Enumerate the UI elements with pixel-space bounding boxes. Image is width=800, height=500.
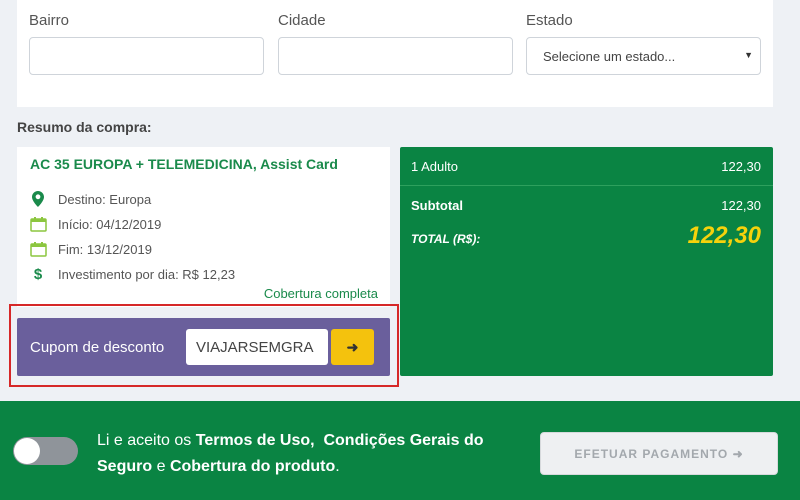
- destination-text: Destino: Europa: [58, 191, 152, 207]
- city-input[interactable]: [278, 37, 513, 75]
- make-payment-button[interactable]: EFETUAR PAGAMENTO ➜: [540, 432, 778, 475]
- full-coverage-link[interactable]: Cobertura completa: [264, 286, 378, 301]
- map-pin-icon: [29, 191, 47, 207]
- adult-row: 1 Adulto 122,30: [411, 159, 761, 174]
- product-summary-card: AC 35 EUROPA + TELEMEDICINA, Assist Card…: [17, 147, 390, 307]
- subtotal-row: Subtotal 122,30: [411, 198, 761, 213]
- state-select-value: Selecione um estado...: [543, 49, 676, 64]
- subtotal-label: Subtotal: [411, 198, 463, 213]
- arrow-right-icon: ➜: [346, 338, 359, 355]
- state-select[interactable]: Selecione um estado... ▼: [526, 37, 761, 75]
- terms-of-use-link[interactable]: Termos de Uso,: [196, 432, 315, 449]
- toggle-knob: [14, 438, 40, 464]
- calendar-icon: [29, 241, 47, 257]
- start-date-row: Início: 04/12/2019: [29, 214, 161, 234]
- end-date-row: Fim: 13/12/2019: [29, 239, 152, 259]
- product-name: AC 35 EUROPA + TELEMEDICINA, Assist Card: [30, 156, 338, 172]
- caret-down-icon: ▼: [744, 50, 753, 60]
- neighborhood-input[interactable]: [29, 37, 264, 75]
- daily-cost-row: $ Investimento por dia: R$ 12,23: [29, 264, 235, 284]
- dollar-icon: $: [33, 265, 43, 283]
- apply-coupon-button[interactable]: ➜: [331, 329, 374, 365]
- coupon-section: Cupom de desconto VIAJARSEMGRA ➜: [17, 318, 390, 376]
- checkout-footer: Li e aceito os Termos de Uso, Condições …: [0, 401, 800, 500]
- state-label: Estado: [526, 12, 573, 29]
- terms-toggle[interactable]: [13, 437, 78, 465]
- adult-label: 1 Adulto: [411, 159, 458, 174]
- neighborhood-label: Bairro: [29, 12, 70, 29]
- total-value: 122,30: [687, 222, 761, 249]
- end-date-text: Fim: 13/12/2019: [58, 241, 152, 257]
- product-coverage-link[interactable]: Cobertura do produto: [170, 458, 335, 475]
- summary-title: Resumo da compra:: [17, 119, 152, 135]
- destination-row: Destino: Europa: [29, 189, 151, 209]
- subtotal-value: 122,30: [721, 198, 761, 213]
- coupon-input[interactable]: VIAJARSEMGRA: [186, 329, 328, 365]
- totals-divider: [400, 185, 773, 186]
- terms-prefix: Li e aceito os: [97, 432, 192, 449]
- calendar-icon: [29, 216, 47, 232]
- address-form: Bairro Cidade Estado Selecione um estado…: [17, 0, 773, 107]
- start-date-text: Início: 04/12/2019: [58, 216, 162, 232]
- terms-suffix: .: [335, 458, 340, 475]
- totals-card: 1 Adulto 122,30 Subtotal 122,30 TOTAL (R…: [400, 147, 773, 376]
- city-label: Cidade: [278, 12, 326, 29]
- terms-text: Li e aceito os Termos de Uso, Condições …: [97, 428, 527, 480]
- terms-conjunction: e: [156, 458, 166, 475]
- daily-cost-text: Investimento por dia: R$ 12,23: [58, 266, 236, 282]
- total-label: TOTAL (R$):: [411, 232, 481, 246]
- coupon-label: Cupom de desconto: [30, 339, 165, 356]
- adult-value: 122,30: [721, 159, 761, 174]
